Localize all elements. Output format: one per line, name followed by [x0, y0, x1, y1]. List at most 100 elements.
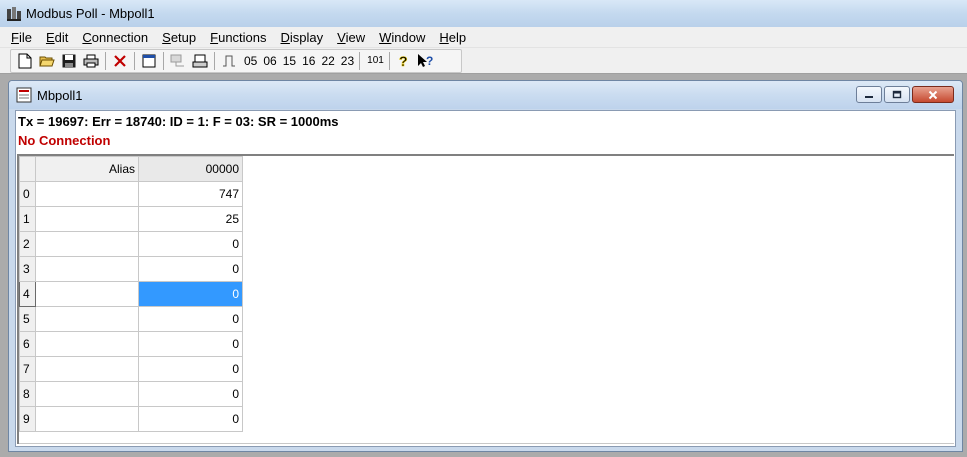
menu-window-label: indow: [391, 29, 426, 45]
row-header[interactable]: 8: [19, 381, 36, 407]
menu-file[interactable]: File: [4, 27, 39, 48]
menu-window-mnemonic: W: [379, 29, 392, 45]
function-16-button[interactable]: 16: [299, 51, 318, 71]
new-window-button[interactable]: [139, 51, 159, 71]
save-disk-icon: [62, 54, 76, 68]
register-grid[interactable]: Alias 00000 0 747 1 25 2 0 3 0 4 0 5 0 6…: [17, 154, 954, 444]
menu-file-mnemonic: F: [11, 29, 19, 45]
function-22-button[interactable]: 22: [318, 51, 337, 71]
menu-connection[interactable]: Connection: [75, 27, 155, 48]
toolbar-separator: [359, 52, 361, 70]
close-button[interactable]: [912, 86, 954, 103]
row-header[interactable]: 2: [19, 231, 36, 257]
menu-display-mnemonic: D: [280, 29, 290, 45]
row-header[interactable]: 7: [19, 356, 36, 382]
row-header[interactable]: 3: [19, 256, 36, 282]
alias-cell[interactable]: [35, 231, 139, 257]
function-05-button[interactable]: 05: [241, 51, 260, 71]
value-cell[interactable]: 0: [138, 331, 243, 357]
poll-status-line: Tx = 19697: Err = 18740: ID = 1: F = 03:…: [18, 114, 339, 129]
new-document-icon: [18, 53, 32, 69]
context-help-icon: ?: [417, 54, 433, 68]
alias-cell[interactable]: [35, 356, 139, 382]
toolbar-band: 05 06 15 16 22 23 101 ? ?: [10, 49, 462, 73]
alias-cell[interactable]: [35, 181, 139, 207]
communication-traffic-button[interactable]: 101: [364, 51, 387, 71]
alias-cell[interactable]: [35, 381, 139, 407]
connection-status: No Connection: [18, 133, 111, 148]
row-header[interactable]: 1: [19, 206, 36, 232]
toolbar-separator: [388, 52, 390, 70]
value-cell[interactable]: 0: [138, 256, 243, 282]
svg-text:?: ?: [426, 54, 433, 68]
connect-button[interactable]: [168, 51, 188, 71]
menu-setup[interactable]: Setup: [155, 27, 203, 48]
mbpoll1-window: Mbpoll1 Tx = 19697: Err = 18740: ID = 1:…: [8, 80, 963, 452]
menu-display[interactable]: Display: [274, 27, 331, 48]
app-title: Modbus Poll - Mbpoll1: [26, 6, 155, 21]
new-button[interactable]: [15, 51, 35, 71]
value-cell[interactable]: 0: [138, 306, 243, 332]
open-folder-icon: [39, 56, 55, 67]
menu-view[interactable]: View: [330, 27, 372, 48]
value-cell[interactable]: 0: [138, 381, 243, 407]
function-06-button[interactable]: 06: [260, 51, 279, 71]
menu-window[interactable]: Window: [372, 27, 432, 48]
mdi-workspace: Mbpoll1 Tx = 19697: Err = 18740: ID = 1:…: [0, 75, 967, 457]
menu-functions[interactable]: Functions: [203, 27, 273, 48]
table-row: 3 0: [19, 256, 243, 282]
menu-help[interactable]: Help: [432, 27, 473, 48]
menu-display-label: isplay: [289, 29, 324, 45]
grid-corner: [19, 156, 36, 182]
read-write-definition-button[interactable]: [219, 51, 239, 71]
alias-cell[interactable]: [35, 306, 139, 332]
value-cell[interactable]: 25: [138, 206, 243, 232]
window-icon: [142, 54, 156, 68]
disconnect-button[interactable]: [190, 51, 210, 71]
close-window-button[interactable]: [110, 51, 130, 71]
table-row: 8 0: [19, 381, 243, 407]
function-23-button[interactable]: 23: [338, 51, 357, 71]
context-help-button[interactable]: ?: [416, 51, 436, 71]
modbus-poll-app-icon: [7, 6, 21, 21]
row-header-selected[interactable]: 4: [19, 281, 36, 307]
function-15-button[interactable]: 15: [280, 51, 299, 71]
printer-icon: [83, 54, 99, 68]
alias-cell[interactable]: [35, 206, 139, 232]
menu-view-label: iew: [345, 29, 366, 45]
alias-column-header[interactable]: Alias: [35, 156, 139, 182]
minimize-button[interactable]: [856, 86, 882, 103]
toolbar-separator: [163, 52, 164, 70]
save-button[interactable]: [59, 51, 79, 71]
disconnect-icon: [192, 54, 208, 68]
menu-help-mnemonic: H: [439, 29, 449, 45]
app-title-bar[interactable]: Modbus Poll - Mbpoll1: [0, 0, 967, 27]
row-header[interactable]: 5: [19, 306, 36, 332]
alias-cell[interactable]: [35, 256, 139, 282]
table-row-selected: 4 0: [19, 281, 243, 307]
row-header[interactable]: 6: [19, 331, 36, 357]
print-button[interactable]: [81, 51, 101, 71]
value-column-header[interactable]: 00000: [138, 156, 243, 182]
table-row: 1 25: [19, 206, 243, 232]
alias-cell[interactable]: [35, 331, 139, 357]
row-header[interactable]: 0: [19, 181, 36, 207]
value-cell[interactable]: 747: [138, 181, 243, 207]
value-cell[interactable]: 0: [138, 406, 243, 432]
value-cell-selected[interactable]: 0: [138, 281, 243, 307]
menu-connection-mnemonic: C: [82, 29, 92, 45]
value-cell[interactable]: 0: [138, 356, 243, 382]
menu-edit[interactable]: Edit: [39, 27, 75, 48]
restore-button[interactable]: [884, 86, 910, 103]
open-button[interactable]: [37, 51, 57, 71]
value-cell[interactable]: 0: [138, 231, 243, 257]
help-button[interactable]: ?: [394, 51, 414, 71]
alias-cell[interactable]: [35, 281, 139, 307]
row-header[interactable]: 9: [19, 406, 36, 432]
child-title-bar[interactable]: Mbpoll1: [9, 81, 962, 109]
menu-edit-label: dit: [54, 29, 69, 45]
alias-cell[interactable]: [35, 406, 139, 432]
toolbar-separator: [134, 52, 135, 70]
grid-header-row: Alias 00000: [19, 156, 243, 182]
minimize-icon: [865, 95, 873, 98]
